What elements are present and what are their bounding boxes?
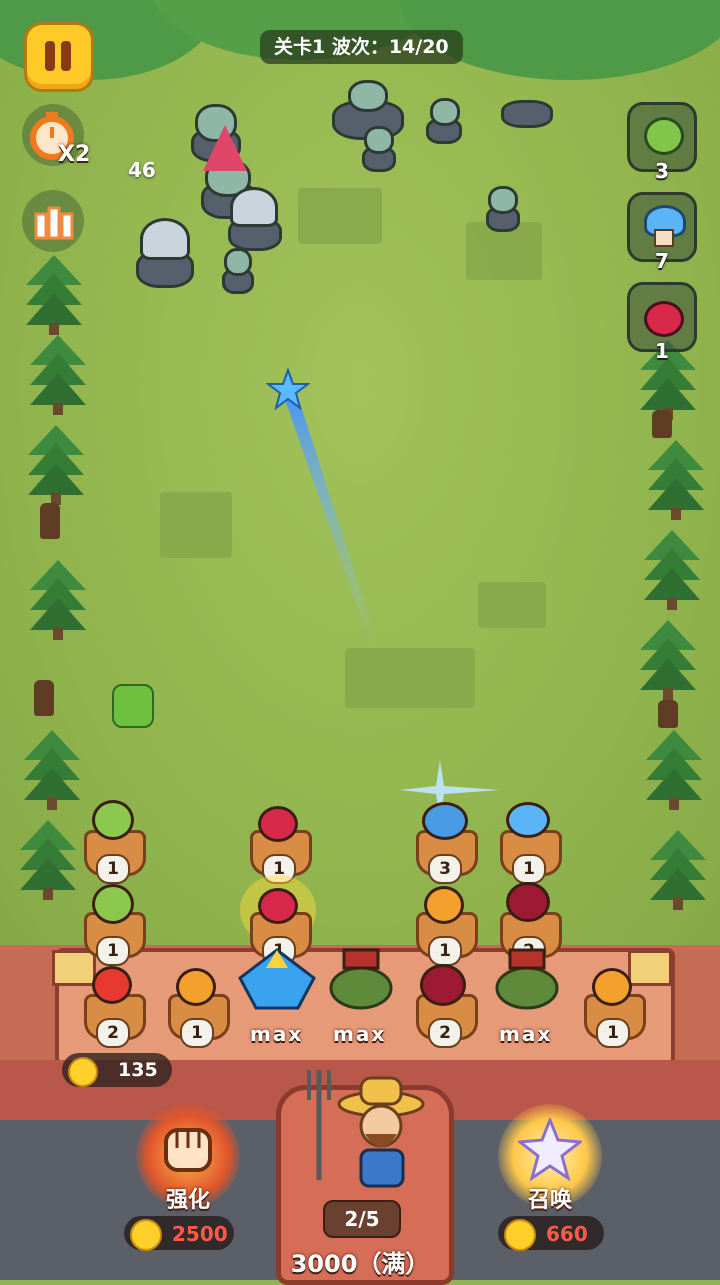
pine-tree [30,560,86,640]
farmer-character-icon [307,1070,425,1188]
tower-roof [628,950,672,986]
max-level-label: max [499,1022,553,1046]
queue-slot-cherry[interactable]: 1 [627,282,697,363]
red-flower-icon [92,966,132,1004]
pine-tree [650,830,706,910]
cowboy-peashooter-icon[interactable] [488,948,566,1010]
blue-mushroom-icon [422,802,468,840]
summon-cost-value: 660 [546,1222,588,1246]
sunflower-icon [592,968,632,1006]
crawler-zombie [495,88,555,128]
cherry-bomb-icon [258,806,298,842]
pine-tree [648,440,704,520]
queue-slot-peashooter[interactable]: 3 [627,102,697,183]
pea-bullet-icon [112,684,154,728]
plant-level: 1 [180,1018,214,1048]
cowboy-peashooter-icon[interactable] [322,948,400,1010]
cards-button[interactable] [22,190,84,252]
plant-level: 2 [428,1018,462,1048]
coin-amount: 135 [118,1059,158,1081]
pine-tree [646,730,702,810]
max-level-label: max [250,1022,304,1046]
tower-roof [52,950,96,986]
pine-tree [24,730,80,810]
sunflower-icon [176,968,216,1006]
pine-tree [20,820,76,900]
tree-stump [658,700,678,728]
pine-tree [28,425,84,505]
ground-patch [298,188,382,244]
queue-count: 7 [655,249,669,273]
tree-stump [34,680,54,716]
star-projectile-icon [266,368,310,411]
sunflower-icon [424,886,464,924]
damage-popup: 46 [128,158,156,182]
upgrade-cost-value: 2500 [172,1222,228,1246]
upgrade-label: 强化 [165,1188,210,1213]
max-level-label: max [333,1022,387,1046]
plant-level: 1 [96,854,130,884]
peashooter-icon [92,884,134,924]
coin-icon [68,1057,98,1087]
base-hp-text: 3000（满） [290,1250,430,1278]
armored-zombie [222,185,284,251]
plant-level: 2 [96,1018,130,1048]
pause-icon [45,41,55,71]
zombie [218,246,254,294]
queue-count: 1 [655,339,669,363]
cherry-bomb-icon [644,301,684,337]
blue-mushroom-icon [506,802,550,838]
ground-patch [478,582,546,628]
plant-level: 3 [428,854,462,884]
ground-patch [160,492,232,558]
crystal-plant-icon[interactable] [238,948,316,1010]
tree-stump [652,410,672,438]
zombie [422,96,462,144]
plant-level: 1 [596,1018,630,1048]
summon-label: 召唤 [527,1188,572,1213]
cards-icon [34,206,74,240]
summon-progress: 2/5 [323,1200,401,1238]
peashooter-icon [644,117,684,155]
queue-slot-mushroom[interactable]: 7 [627,192,697,273]
crystal-star-icon [518,1118,582,1182]
armored-zombie [130,216,196,288]
level-wave-indicator: 关卡1 波次：14/20 [260,30,463,64]
pause-button[interactable] [24,22,94,92]
fist-icon [164,1128,212,1172]
pine-tree [26,255,82,335]
dark-cherry-icon [506,882,550,922]
speed-toggle-button[interactable]: X2 [22,104,90,167]
zombie [358,124,396,172]
speed-multiplier-label: X2 [58,142,91,167]
coin-counter: 135 [62,1053,172,1087]
tree-stump [40,503,60,539]
cherry-bomb-icon [258,888,298,924]
plant-level: 1 [512,854,546,884]
pine-tree [640,620,696,700]
dark-cherry-icon [420,964,466,1006]
plant-level: 1 [96,936,130,966]
zombie [482,184,520,232]
pine-tree [644,530,700,610]
queue-count: 3 [655,159,669,183]
plant-level: 1 [428,936,462,966]
pine-tree [30,335,86,415]
peashooter-icon [92,800,134,840]
